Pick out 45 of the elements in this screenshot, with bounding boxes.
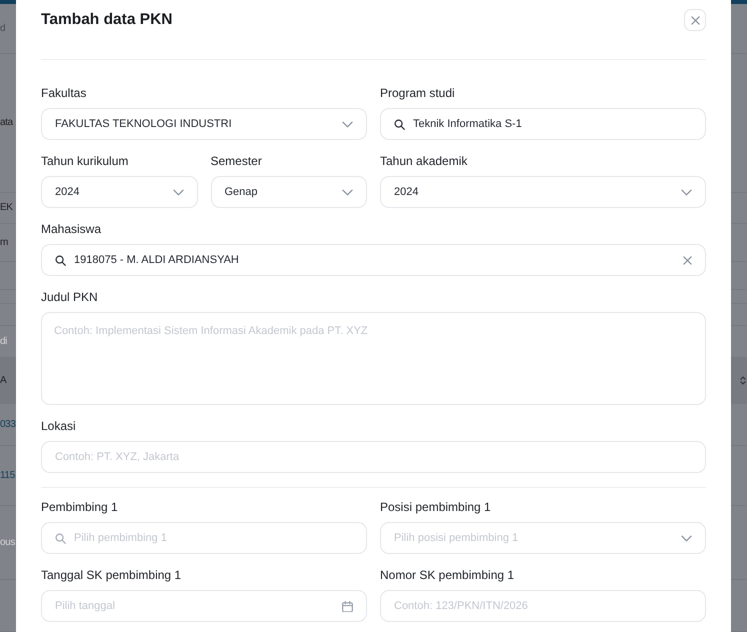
background-text: EK [0,202,13,214]
search-field[interactable]: Teknik Informatika S-1 [380,108,706,140]
chevron-down-icon [681,534,692,542]
field-label: Tahun akademik [380,153,468,169]
field-label: Judul PKN [41,289,98,305]
search-icon [55,254,66,266]
background-text: di [0,336,7,348]
chevron-down-icon [681,188,692,196]
field-label: Fakultas [41,85,86,101]
text-area[interactable]: Contoh: Implementasi Sistem Informasi Akademik pada PT. XYZ [41,312,706,405]
background-text: A [0,374,6,386]
dialog-title: Tambah data PKN [41,10,172,30]
field-label: Nomor SK pembimbing 1 [380,567,514,583]
background-text: ata [0,117,13,129]
clear-icon [683,256,692,264]
close-icon [690,16,700,24]
field-label: Lokasi [41,418,76,434]
chevron-down-icon [342,188,353,196]
search-field[interactable]: 1918075 - M. ALDI ARDIANSYAH [41,244,706,276]
calendar-icon [342,600,353,612]
chevron-down-icon [172,188,184,196]
field-label: Posisi pembimbing 1 [380,499,491,515]
field-label: Tahun kurikulum [41,153,128,169]
background-text: m [0,236,8,248]
text-field[interactable]: Contoh: 123/PKN/ITN/2026 [380,590,706,622]
dropdown[interactable]: FAKULTAS TEKNOLOGI INDUSTRI [41,108,367,140]
header-bar [731,0,747,4]
field-label: Program studi [380,85,455,101]
chevron-down-icon [342,120,353,128]
sort-icon [740,375,746,386]
field-label: Semester [210,153,262,169]
text-field[interactable]: Contoh: PT. XYZ, Jakarta [41,441,706,473]
close-button[interactable] [684,9,706,31]
background-text: ous [0,536,15,548]
field-label: Tanggal SK pembimbing 1 [41,567,182,583]
dropdown[interactable]: 2024 [41,176,198,208]
dropdown[interactable]: Genap [210,176,367,208]
field-label: Mahasiswa [41,221,102,237]
search-icon [394,118,405,130]
background-text: 115 [0,470,15,482]
background-text: 033 [0,418,16,430]
header-bar [0,0,16,4]
field-label: Pembimbing 1 [41,499,118,515]
dropdown[interactable]: 2024 [380,176,706,208]
search-icon [55,532,66,544]
